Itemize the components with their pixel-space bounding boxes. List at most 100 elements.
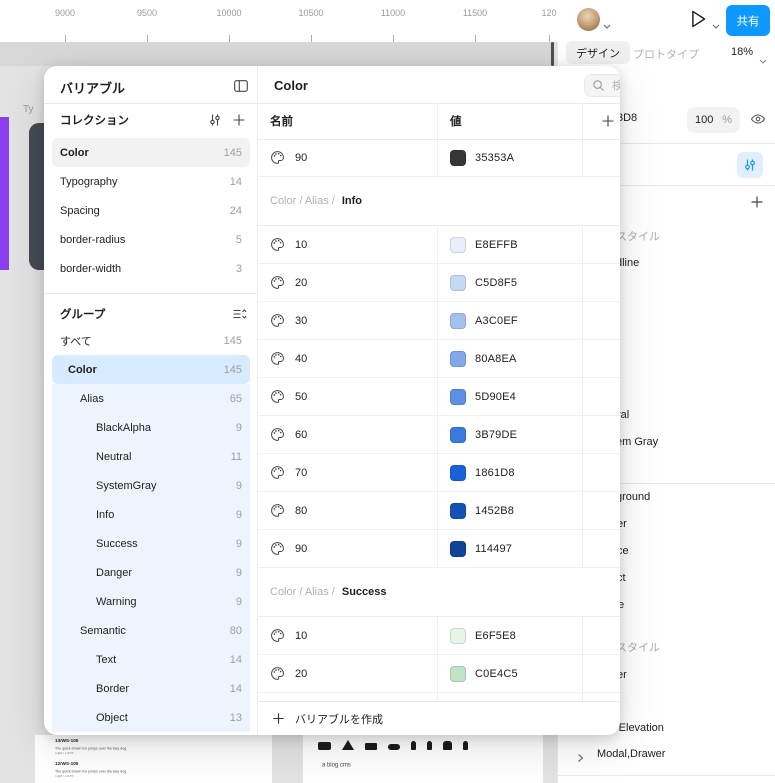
avatar[interactable]: [577, 8, 600, 31]
group-item-success[interactable]: Success 9: [52, 529, 250, 558]
chevron-down-icon[interactable]: [603, 16, 611, 34]
color-swatch: [450, 465, 466, 481]
variable-modes-button[interactable]: [737, 152, 763, 178]
palette-icon: [270, 503, 285, 518]
tab-design[interactable]: デザイン: [566, 41, 630, 64]
sidebar-item-modal-drawer[interactable]: Modal,Drawer: [597, 748, 665, 760]
sidebar-text-fragment: em Gray: [616, 436, 658, 448]
variable-row[interactable]: 30 A3C0EF: [258, 302, 620, 340]
group-label: Neutral: [96, 451, 231, 463]
search-input[interactable]: [610, 79, 620, 93]
add-variable-column-button[interactable]: [583, 103, 620, 139]
collection-item-border-width[interactable]: border-width 3: [52, 254, 250, 283]
variables-modal-left-panel: バリアブル コレクション Color 145 Typography 14 Spa…: [44, 66, 258, 735]
group-item-color[interactable]: Color 145: [52, 355, 250, 384]
color-swatch: [450, 427, 466, 443]
variable-row[interactable]: 10 E6F5E8: [258, 617, 620, 655]
variable-row[interactable]: 80 1452B8: [258, 492, 620, 530]
collection-item-typography[interactable]: Typography 14: [52, 167, 250, 196]
share-button[interactable]: 共有: [726, 5, 770, 36]
group-label: Danger: [96, 567, 236, 579]
group-item-info[interactable]: Info 9: [52, 500, 250, 529]
group-item-blackalpha[interactable]: BlackAlpha 9: [52, 413, 250, 442]
create-variable-button[interactable]: バリアブルを作成: [258, 701, 620, 735]
variable-row[interactable]: 20 C5D8F5: [258, 264, 620, 302]
variable-row[interactable]: 90 114497: [258, 530, 620, 568]
chevron-down-icon[interactable]: [759, 51, 767, 69]
tab-prototype[interactable]: プロトタイプ: [633, 46, 699, 62]
group-item-text[interactable]: Text 14: [52, 645, 250, 674]
variable-row[interactable]: 20 C0E4C5: [258, 655, 620, 693]
filter-sliders-icon[interactable]: [206, 111, 224, 129]
variable-row[interactable]: 60 3B79DE: [258, 416, 620, 454]
collection-item-spacing[interactable]: Spacing 24: [52, 196, 250, 225]
group-item-semantic[interactable]: Semantic 80: [52, 616, 250, 645]
group-count: 145: [224, 364, 242, 376]
table-title: Color: [274, 78, 308, 93]
collapse-groups-icon[interactable]: [230, 305, 248, 323]
variable-hex-value: 114497: [475, 543, 512, 555]
group-label: Text: [96, 654, 230, 666]
present-play-button[interactable]: [690, 9, 708, 34]
variable-name: 20: [295, 668, 307, 680]
collections-list: Color 145 Typography 14 Spacing 24 borde…: [52, 138, 250, 283]
group-item-alias[interactable]: Alias 65: [52, 384, 250, 413]
canvas-top-band: [0, 42, 553, 66]
variables-modal: バリアブル コレクション Color 145 Typography 14 Spa…: [44, 66, 620, 735]
variable-hex-value: A3C0EF: [475, 315, 518, 327]
canvas-dark-frame: [29, 123, 44, 270]
chevron-right-icon[interactable]: [577, 750, 584, 768]
variable-name: 30: [295, 315, 307, 327]
variable-row[interactable]: 40 80A8EA: [258, 340, 620, 378]
collections-header: コレクション: [60, 112, 129, 128]
search-box[interactable]: [584, 74, 620, 97]
person-icon: [463, 741, 468, 750]
group-item-neutral[interactable]: Neutral 11: [52, 442, 250, 471]
person-icon: [411, 741, 416, 750]
group-item-border[interactable]: Border 14: [52, 674, 250, 703]
group-item-すべて[interactable]: すべて 145: [52, 326, 250, 355]
group-label: SystemGray: [96, 480, 236, 492]
figma-app: 9000950010000105001100011500120 Ty 13/WS…: [0, 0, 775, 783]
ruler-tick: [311, 35, 312, 42]
variable-name: 20: [295, 277, 307, 289]
ruler-tick: [229, 35, 230, 42]
variable-row[interactable]: 90 35353A: [258, 139, 620, 177]
add-collection-button[interactable]: [230, 111, 248, 129]
color-swatch: [450, 313, 466, 329]
collection-label: Color: [60, 147, 224, 159]
palette-icon: [270, 427, 285, 442]
collection-count: 14: [230, 176, 242, 188]
person-icon: [427, 741, 432, 750]
sidebar-add-button[interactable]: [748, 193, 766, 211]
canvas-blog-label: a blog cms: [322, 762, 351, 768]
collection-item-border-radius[interactable]: border-radius 5: [52, 225, 250, 254]
visibility-eye-icon[interactable]: [750, 111, 766, 132]
sidebar-text-fragment: ground: [616, 491, 650, 503]
group-item-danger[interactable]: Danger 9: [52, 558, 250, 587]
variable-name: 60: [295, 429, 307, 441]
group-label: Color: [68, 364, 224, 376]
group-count: 9: [236, 538, 242, 550]
zoom-level[interactable]: 18%: [731, 46, 753, 58]
group-item-warning[interactable]: Warning 9: [52, 587, 250, 616]
group-item-systemgray[interactable]: SystemGray 9: [52, 471, 250, 500]
canvas-scrollbar[interactable]: [551, 42, 554, 66]
opacity-field[interactable]: 100 %: [687, 107, 740, 133]
car-icon: [388, 744, 400, 750]
collection-item-color[interactable]: Color 145: [52, 138, 250, 167]
group-label: BlackAlpha: [96, 422, 236, 434]
ruler-label: 10500: [298, 8, 323, 18]
color-swatch: [450, 351, 466, 367]
chevron-down-icon[interactable]: [712, 16, 720, 34]
group-count: 145: [224, 335, 242, 347]
toggle-sidebar-button[interactable]: [232, 77, 250, 95]
variable-row[interactable]: 10 E8EFFB: [258, 226, 620, 264]
canvas-icons-frame: a blog cms: [303, 735, 543, 783]
variable-row[interactable]: 50 5D90E4: [258, 378, 620, 416]
section-header-info: Color / Alias / Info: [258, 177, 620, 226]
group-item-object[interactable]: Object 13: [52, 703, 250, 732]
variable-name: 90: [295, 152, 307, 164]
variable-hex-value: E6F5E8: [475, 630, 516, 642]
variable-row[interactable]: 70 1861D8: [258, 454, 620, 492]
